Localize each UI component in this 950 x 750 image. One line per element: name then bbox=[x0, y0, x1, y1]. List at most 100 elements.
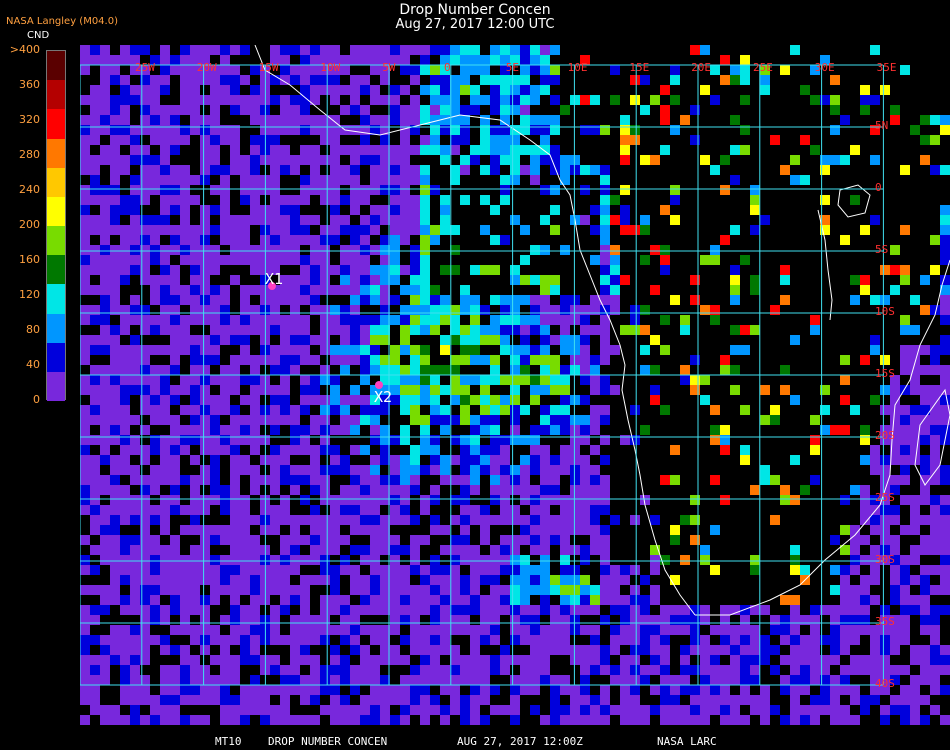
cloud-pixel bbox=[680, 685, 690, 695]
cloud-pixel bbox=[840, 575, 850, 585]
cloud-pixel bbox=[150, 275, 160, 285]
cloud-pixel bbox=[490, 565, 500, 575]
cloud-pixel bbox=[840, 525, 850, 535]
cloud-pixel bbox=[570, 335, 580, 345]
cloud-pixel bbox=[700, 675, 710, 685]
cloud-pixel bbox=[940, 375, 950, 385]
cloud-pixel bbox=[310, 355, 320, 365]
cloud-pixel bbox=[350, 205, 360, 215]
cloud-pixel bbox=[210, 115, 220, 125]
cloud-pixel bbox=[400, 375, 410, 385]
cloud-pixel bbox=[200, 285, 210, 295]
cloud-pixel bbox=[570, 545, 580, 555]
cloud-pixel bbox=[300, 685, 310, 695]
cloud-pixel bbox=[360, 705, 370, 715]
cloud-pixel bbox=[210, 455, 220, 465]
cloud-pixel bbox=[340, 105, 350, 115]
cloud-pixel bbox=[250, 325, 260, 335]
cloud-pixel bbox=[810, 715, 820, 725]
cloud-pixel bbox=[240, 655, 250, 665]
cloud-pixel bbox=[480, 225, 490, 235]
cloud-pixel bbox=[270, 45, 280, 55]
cloud-pixel bbox=[330, 495, 340, 505]
cloud-pixel bbox=[120, 445, 130, 455]
cloud-pixel bbox=[370, 355, 380, 365]
cloud-pixel bbox=[930, 365, 940, 375]
cloud-pixel bbox=[230, 335, 240, 345]
cloud-pixel bbox=[200, 715, 210, 725]
cloud-pixel bbox=[370, 215, 380, 225]
cloud-pixel bbox=[940, 545, 950, 555]
cloud-pixel bbox=[900, 415, 910, 425]
cloud-pixel bbox=[360, 285, 370, 295]
cloud-pixel bbox=[400, 485, 410, 495]
cloud-pixel bbox=[240, 255, 250, 265]
cloud-pixel bbox=[150, 315, 160, 325]
cloud-pixel bbox=[940, 575, 950, 585]
cloud-pixel bbox=[170, 245, 180, 255]
cloud-pixel bbox=[90, 675, 100, 685]
cloud-pixel bbox=[320, 245, 330, 255]
cloud-pixel bbox=[210, 525, 220, 535]
cloud-pixel bbox=[200, 45, 210, 55]
cloud-pixel bbox=[590, 715, 600, 725]
cloud-pixel bbox=[580, 415, 590, 425]
cloud-pixel bbox=[480, 595, 490, 605]
cloud-pixel bbox=[530, 85, 540, 95]
cloud-pixel bbox=[330, 715, 340, 725]
cloud-pixel bbox=[240, 715, 250, 725]
cloud-pixel bbox=[360, 475, 370, 485]
cloud-pixel bbox=[900, 695, 910, 705]
cloud-pixel bbox=[200, 335, 210, 345]
cloud-pixel bbox=[600, 565, 610, 575]
cloud-pixel bbox=[300, 465, 310, 475]
cloud-pixel bbox=[900, 315, 910, 325]
cloud-pixel bbox=[940, 645, 950, 655]
cloud-pixel bbox=[830, 635, 840, 645]
cloud-pixel bbox=[220, 395, 230, 405]
cloud-pixel bbox=[370, 475, 380, 485]
cloud-pixel bbox=[490, 165, 500, 175]
cloud-pixel bbox=[180, 65, 190, 75]
cloud-pixel bbox=[850, 585, 860, 595]
cloud-pixel bbox=[830, 95, 840, 105]
cloud-pixel bbox=[120, 605, 130, 615]
cloud-pixel bbox=[240, 705, 250, 715]
cloud-pixel bbox=[240, 545, 250, 555]
cloud-pixel bbox=[430, 395, 440, 405]
cloud-pixel bbox=[130, 605, 140, 615]
cloud-pixel bbox=[850, 695, 860, 705]
cloud-pixel bbox=[400, 45, 410, 55]
cloud-pixel bbox=[900, 225, 910, 235]
cloud-pixel bbox=[430, 555, 440, 565]
cloud-pixel bbox=[530, 485, 540, 495]
cloud-pixel bbox=[420, 425, 430, 435]
cloud-pixel bbox=[790, 625, 800, 635]
cloud-pixel bbox=[880, 705, 890, 715]
cloud-pixel bbox=[190, 495, 200, 505]
cloud-pixel bbox=[500, 545, 510, 555]
cloud-pixel bbox=[280, 675, 290, 685]
cloud-pixel bbox=[410, 595, 420, 605]
cloud-pixel bbox=[640, 675, 650, 685]
cloud-pixel bbox=[200, 355, 210, 365]
cloud-pixel bbox=[860, 495, 870, 505]
cloud-pixel bbox=[760, 685, 770, 695]
cloud-pixel bbox=[110, 465, 120, 475]
cloud-pixel bbox=[320, 575, 330, 585]
cloud-pixel bbox=[480, 455, 490, 465]
cloud-pixel bbox=[300, 385, 310, 395]
cloud-pixel bbox=[430, 705, 440, 715]
cloud-pixel bbox=[600, 535, 610, 545]
cloud-pixel bbox=[440, 385, 450, 395]
cloud-pixel bbox=[410, 695, 420, 705]
cloud-pixel bbox=[310, 285, 320, 295]
cloud-pixel bbox=[840, 375, 850, 385]
cloud-pixel bbox=[100, 375, 110, 385]
cloud-pixel bbox=[180, 695, 190, 705]
cloud-pixel bbox=[510, 95, 520, 105]
cloud-pixel bbox=[710, 165, 720, 175]
cloud-pixel bbox=[290, 445, 300, 455]
cloud-pixel bbox=[530, 95, 540, 105]
cloud-pixel bbox=[420, 465, 430, 475]
